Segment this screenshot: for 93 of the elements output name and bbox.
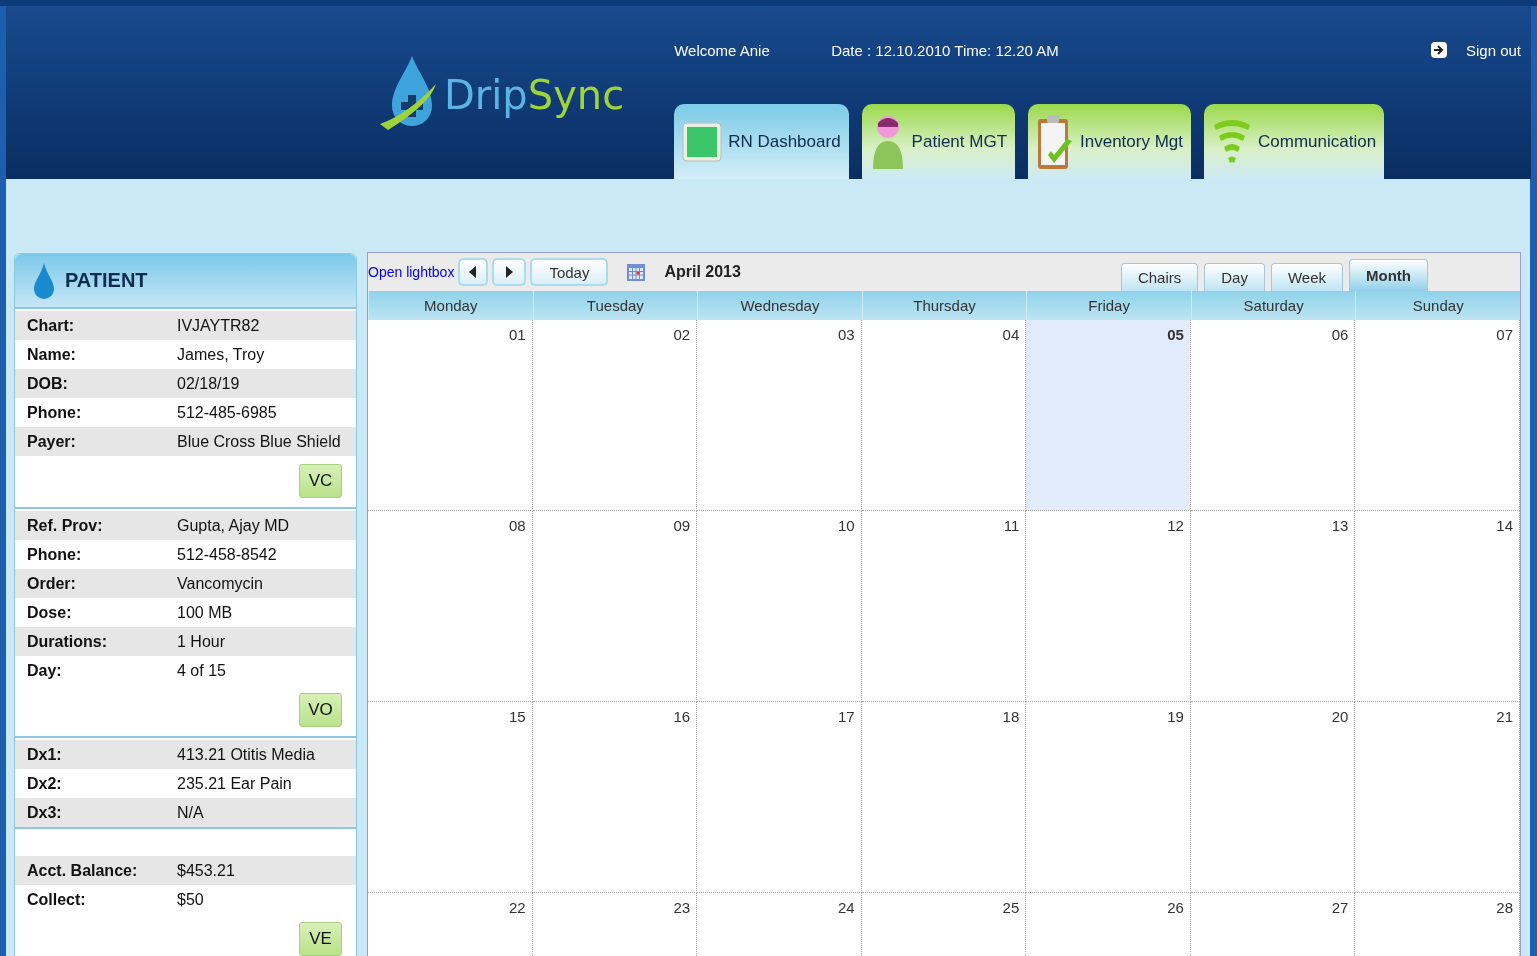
day-cell[interactable]: 16	[532, 702, 698, 893]
day-cell[interactable]: 03	[697, 320, 862, 511]
day-cell[interactable]: 02	[532, 320, 698, 511]
field-label: Phone:	[26, 403, 83, 422]
field-value: N/A	[176, 803, 204, 822]
field-label: Dose:	[26, 603, 73, 622]
field-value: Vancomycin	[176, 574, 263, 593]
field-value: Blue Cross Blue Shield	[176, 432, 341, 451]
field-label: Dx2:	[26, 774, 63, 793]
left-triangle-icon	[469, 266, 478, 278]
view-tab[interactable]: Month	[1349, 259, 1428, 291]
day-cell[interactable]: 09	[532, 511, 698, 702]
day-cell[interactable]: 24	[697, 893, 862, 956]
nav-tab[interactable]: RN Dashboard	[674, 104, 849, 179]
field-label: Order:	[26, 574, 77, 593]
field-label: Ref. Prov:	[26, 516, 104, 535]
day-cell[interactable]: 21	[1355, 702, 1520, 893]
field-value: 512-458-8542	[176, 545, 277, 564]
sign-out-link[interactable]: Sign out	[1465, 41, 1521, 59]
next-button[interactable]	[492, 258, 527, 286]
date-time-text: Date : 12.10.2010 Time: 12.20 AM	[831, 41, 1059, 59]
view-tab[interactable]: Week	[1270, 263, 1343, 291]
drop-icon	[33, 262, 55, 299]
weekday-header: Thursday	[861, 291, 1027, 320]
field-label: Dx1:	[26, 745, 63, 764]
field-label: Payer:	[26, 432, 77, 451]
field-value: $453.21	[176, 861, 235, 880]
app-logo: DripSync	[444, 72, 625, 118]
field-label: Dx3:	[26, 803, 63, 822]
day-cell[interactable]: 07	[1355, 320, 1520, 511]
field-value: IVJAYTR82	[176, 316, 260, 335]
open-lightbox-link[interactable]: Open lightbox	[368, 264, 455, 280]
action-button[interactable]: VC	[299, 464, 342, 498]
welcome-text: Welcome Anie	[674, 41, 771, 59]
field-value: 512-485-6985	[176, 403, 277, 422]
day-cell[interactable]: 23	[532, 893, 698, 956]
field-label: Acct. Balance:	[26, 861, 139, 880]
previous-button[interactable]	[458, 258, 489, 286]
field-label: Collect:	[26, 890, 87, 909]
day-cell[interactable]: 17	[697, 702, 862, 893]
day-cell[interactable]: 08	[368, 511, 533, 702]
day-cell[interactable]: 01	[368, 320, 533, 511]
day-cell[interactable]: 06	[1190, 320, 1356, 511]
sign-out-icon[interactable]	[1429, 41, 1448, 59]
panel-title: PATIENT	[65, 269, 148, 292]
day-cell[interactable]: 11	[861, 511, 1027, 702]
field-label: DOB:	[26, 374, 69, 393]
field-label: Day:	[26, 661, 63, 680]
month-title: April 2013	[664, 263, 741, 281]
day-cell[interactable]: 18	[861, 702, 1027, 893]
weekday-header: Sunday	[1355, 291, 1520, 320]
view-tab[interactable]: Day	[1204, 263, 1265, 291]
field-value: 02/18/19	[176, 374, 240, 393]
field-value: 235.21 Ear Pain	[176, 774, 292, 793]
field-value: 1 Hour	[176, 632, 226, 651]
field-value: Gupta, Ajay MD	[176, 516, 290, 535]
day-cell[interactable]: 19	[1026, 702, 1191, 893]
day-cell[interactable]: 05	[1026, 320, 1191, 511]
right-triangle-icon	[505, 266, 514, 278]
action-button[interactable]: VO	[299, 693, 342, 727]
action-button[interactable]: VE	[299, 922, 342, 956]
day-cell[interactable]: 25	[861, 893, 1027, 956]
day-cell[interactable]: 14	[1355, 511, 1520, 702]
weekday-header: Tuesday	[532, 291, 698, 320]
field-value: James, Troy	[176, 345, 265, 364]
day-cell[interactable]: 20	[1190, 702, 1356, 893]
field-label: Chart:	[26, 316, 76, 335]
weekday-header: Saturday	[1190, 291, 1356, 320]
field-value: 4 of 15	[176, 661, 226, 680]
day-cell[interactable]: 13	[1190, 511, 1356, 702]
nav-tab[interactable]: Inventory Mgt	[1028, 104, 1192, 179]
day-cell[interactable]: 22	[368, 893, 533, 956]
field-label: Name:	[26, 345, 77, 364]
day-cell[interactable]: 10	[697, 511, 862, 702]
day-cell[interactable]: 15	[368, 702, 533, 893]
day-cell[interactable]: 26	[1026, 893, 1191, 956]
field-label: Durations:	[26, 632, 108, 651]
view-tab[interactable]: Chairs	[1120, 263, 1199, 291]
weekday-header: Monday	[368, 291, 533, 320]
day-cell[interactable]: 27	[1190, 893, 1356, 956]
weekday-header: Wednesday	[697, 291, 862, 320]
screen-icon	[682, 121, 723, 162]
day-cell[interactable]: 12	[1026, 511, 1191, 702]
nav-tab[interactable]: Communication	[1204, 104, 1385, 179]
field-value: 100 MB	[176, 603, 233, 622]
day-cell[interactable]: 28	[1355, 893, 1520, 956]
field-value: $50	[176, 890, 204, 909]
field-label: Phone:	[26, 545, 83, 564]
calendar-icon[interactable]	[626, 262, 647, 282]
field-value: 413.21 Otitis Media	[176, 745, 315, 764]
today-button[interactable]: Today	[530, 258, 609, 286]
clipboard-check-icon	[1036, 112, 1075, 171]
nav-tab[interactable]: Patient MGT	[861, 104, 1016, 179]
